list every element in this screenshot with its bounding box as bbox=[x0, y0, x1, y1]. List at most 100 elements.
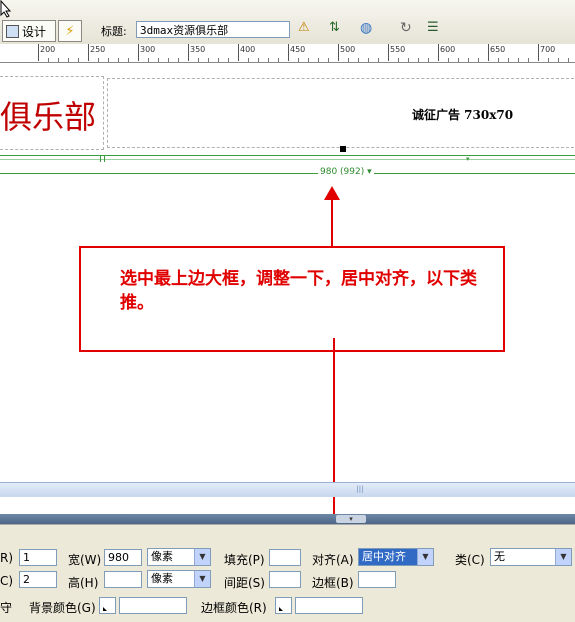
class-select[interactable]: 无 ▼ bbox=[490, 548, 572, 566]
columns-input[interactable]: 2 bbox=[19, 571, 57, 588]
ruler-minor-tick bbox=[148, 58, 149, 62]
align-label: 对齐(A) bbox=[312, 553, 354, 567]
scrollbar-grip-icon[interactable]: ||| bbox=[352, 485, 368, 493]
browser-check-icon: ⚠ bbox=[298, 20, 310, 35]
design-view-label: 设计 bbox=[22, 24, 47, 39]
ruler-major-tick bbox=[288, 44, 289, 61]
ruler-minor-tick bbox=[528, 58, 529, 62]
width-unit-select[interactable]: 像素 ▼ bbox=[147, 548, 211, 566]
live-view-button[interactable]: ⚡ bbox=[58, 20, 82, 42]
ruler-minor-tick bbox=[98, 58, 99, 62]
ruler-minor-tick bbox=[458, 58, 459, 62]
ruler-minor-tick bbox=[418, 58, 419, 62]
height-unit-select[interactable]: 像素 ▼ bbox=[147, 570, 211, 588]
annotation-text: 选中最上边大框，调整一下，居中对齐，以下类推。 bbox=[120, 269, 477, 313]
design-view-button[interactable]: 设计 bbox=[2, 20, 56, 42]
border-input[interactable] bbox=[358, 571, 396, 588]
browser-check-button[interactable]: ⚠ bbox=[298, 20, 322, 40]
ruler-minor-tick bbox=[548, 58, 549, 62]
ruler-label: 400 bbox=[240, 45, 256, 54]
width-input[interactable]: 980 bbox=[104, 549, 142, 566]
ruler-minor-tick bbox=[198, 58, 199, 62]
ruler-minor-tick bbox=[368, 58, 369, 62]
ruler-label: 500 bbox=[340, 45, 356, 54]
column-guide-tick bbox=[104, 156, 105, 162]
ruler-minor-tick bbox=[68, 58, 69, 62]
ruler-minor-tick bbox=[328, 58, 329, 62]
design-view-icon bbox=[6, 24, 19, 38]
column-menu-arrow-icon[interactable]: ▾ bbox=[466, 156, 470, 163]
ruler-label: 450 bbox=[290, 45, 306, 54]
ruler-minor-tick bbox=[518, 58, 519, 62]
ruler-label: 550 bbox=[390, 45, 406, 54]
sort-arrows-icon: ⇅ bbox=[329, 20, 340, 35]
globe-icon: ◍ bbox=[360, 20, 373, 36]
sort-button[interactable]: ⇅ bbox=[329, 20, 353, 40]
rows-label: R) bbox=[0, 551, 14, 565]
ruler-label: 600 bbox=[440, 45, 456, 54]
bgcolor-input[interactable] bbox=[119, 597, 187, 614]
padding-input[interactable] bbox=[269, 549, 301, 566]
rows-input[interactable]: 1 bbox=[19, 549, 57, 566]
ruler-minor-tick bbox=[428, 58, 429, 62]
ruler-minor-tick bbox=[508, 58, 509, 62]
view-options-icon: ☰ bbox=[427, 20, 439, 35]
preview-browser-button[interactable]: ◍ bbox=[360, 20, 382, 40]
ruler-major-tick bbox=[238, 44, 239, 61]
ruler-minor-tick bbox=[478, 58, 479, 62]
ruler-major-tick bbox=[138, 44, 139, 61]
height-unit-value: 像素 bbox=[151, 572, 173, 585]
ruler-label: 700 bbox=[540, 45, 556, 54]
table-resize-handle[interactable] bbox=[340, 146, 346, 152]
ruler-minor-tick bbox=[258, 58, 259, 62]
view-options-button[interactable]: ☰ bbox=[427, 20, 449, 40]
ruler-label: 650 bbox=[490, 45, 506, 54]
ruler-major-tick bbox=[538, 44, 539, 61]
ruler-major-tick bbox=[338, 44, 339, 61]
chevron-down-icon: ▼ bbox=[194, 549, 210, 565]
bgcolor-swatch[interactable] bbox=[99, 597, 116, 614]
ruler-minor-tick bbox=[248, 58, 249, 62]
bordercolor-label: 边框颜色(R) bbox=[201, 601, 267, 615]
ruler-minor-tick bbox=[348, 58, 349, 62]
page-title-input[interactable]: 3dmax资源俱乐部 bbox=[136, 21, 290, 38]
table-width-indicator[interactable]: 980 (992) ▾ bbox=[318, 167, 374, 177]
ruler-minor-tick bbox=[558, 58, 559, 62]
align-select[interactable]: 居中对齐 ▼ bbox=[358, 548, 434, 566]
bordercolor-swatch[interactable] bbox=[275, 597, 292, 614]
ruler-minor-tick bbox=[128, 58, 129, 62]
horizontal-scrollbar[interactable] bbox=[0, 482, 575, 497]
ruler-label: 250 bbox=[90, 45, 106, 54]
ruler-minor-tick bbox=[308, 58, 309, 62]
logo-text: 俱乐部 bbox=[0, 98, 97, 136]
ruler-minor-tick bbox=[568, 58, 569, 62]
ruler-minor-tick bbox=[358, 58, 359, 62]
ruler-minor-tick bbox=[178, 58, 179, 62]
padding-label: 填充(P) bbox=[224, 553, 265, 567]
bgcolor-label: 背景颜色(G) bbox=[29, 601, 96, 615]
spacing-label: 间距(S) bbox=[224, 576, 265, 590]
width-label: 宽(W) bbox=[68, 553, 102, 567]
bordercolor-input[interactable] bbox=[295, 597, 363, 614]
height-label: 高(H) bbox=[68, 576, 99, 590]
chevron-down-icon: ▼ bbox=[555, 549, 571, 565]
height-input[interactable] bbox=[104, 571, 142, 588]
ruler-minor-tick bbox=[48, 58, 49, 62]
ruler-minor-tick bbox=[498, 58, 499, 62]
ruler-minor-tick bbox=[318, 58, 319, 62]
panel-divider-bar[interactable] bbox=[0, 514, 575, 524]
ruler-minor-tick bbox=[228, 58, 229, 62]
refresh-icon: ↻ bbox=[400, 20, 412, 36]
mouse-cursor-icon bbox=[0, 0, 12, 18]
width-unit-value: 像素 bbox=[151, 550, 173, 563]
ad-placeholder-text: 诚征广告 730x70 bbox=[412, 108, 514, 122]
ruler-minor-tick bbox=[398, 58, 399, 62]
spacing-input[interactable] bbox=[269, 571, 301, 588]
refresh-button[interactable]: ↻ bbox=[400, 20, 418, 40]
ruler-minor-tick bbox=[298, 58, 299, 62]
ruler-label: 300 bbox=[140, 45, 156, 54]
class-value: 无 bbox=[494, 550, 505, 563]
ruler-major-tick bbox=[188, 44, 189, 61]
ruler-major-tick bbox=[388, 44, 389, 61]
panel-collapse-toggle[interactable]: ▾ bbox=[336, 515, 366, 523]
